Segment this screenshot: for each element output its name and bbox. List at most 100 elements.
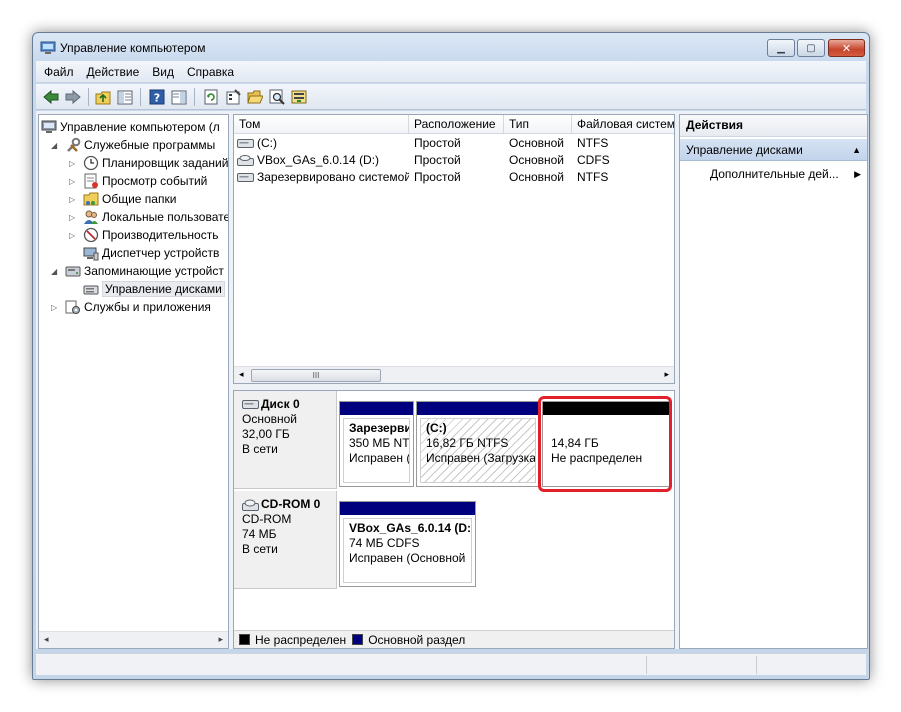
collapsed-arrow-icon[interactable]: ▷	[69, 213, 79, 222]
partition-reserved[interactable]: Зарезерви 350 МБ NTF Исправен (	[339, 401, 414, 487]
partition-body: Зарезерви 350 МБ NTF Исправен (	[343, 418, 410, 483]
table-row[interactable]: (C:) Простой Основной NTFS	[234, 135, 674, 152]
volume-layout: Простой	[414, 170, 461, 184]
tree-item-local-users[interactable]: ▷ Локальные пользовате	[69, 208, 229, 226]
up-folder-icon[interactable]	[94, 88, 112, 106]
column-header-type[interactable]: Тип	[504, 115, 572, 134]
table-row[interactable]: VBox_GAs_6.0.14 (D:) Простой Основной CD…	[234, 152, 674, 169]
collapsed-arrow-icon[interactable]: ▷	[51, 303, 61, 312]
volume-name: (C:)	[257, 136, 277, 150]
cd-drive-icon	[242, 499, 259, 511]
console-area: Управление компьютером (л ◢ Служебные пр…	[36, 111, 868, 649]
status-bar	[36, 653, 866, 675]
disk-status: В сети	[242, 542, 278, 556]
tree-item-device-manager[interactable]: Диспетчер устройств	[83, 244, 219, 262]
disk-size: 74 МБ	[242, 527, 277, 541]
collapsed-arrow-icon[interactable]: ▷	[69, 177, 79, 186]
collapsed-arrow-icon[interactable]: ▷	[69, 159, 79, 168]
tree-item-storage[interactable]: ◢ Запоминающие устройст	[51, 262, 224, 280]
partition-body: (C:) 16,82 ГБ NTFS Исправен (Загрузка,	[420, 418, 536, 483]
forward-arrow-icon[interactable]	[64, 88, 82, 106]
expanded-arrow-icon[interactable]: ◢	[51, 267, 61, 276]
status-divider	[646, 656, 647, 674]
open-folder-icon[interactable]	[246, 88, 264, 106]
volume-layout: Простой	[414, 136, 461, 150]
scroll-left-icon[interactable]: ◂	[239, 369, 244, 380]
users-icon	[83, 209, 99, 225]
tree-item-task-scheduler[interactable]: ▷ Планировщик заданий	[69, 154, 228, 172]
disk-0-label[interactable]: Диск 0 Основной 32,00 ГБ В сети	[234, 391, 337, 489]
menu-help[interactable]: Справка	[187, 65, 234, 79]
expanded-arrow-icon[interactable]: ◢	[51, 141, 61, 150]
cd-volume-icon	[237, 155, 254, 166]
legend: Не распределен Основной раздел	[234, 630, 674, 648]
window-title: Управление компьютером	[60, 41, 206, 55]
scrollbar-thumb[interactable]: III	[251, 369, 381, 382]
tree-item-label: Управление дисками	[102, 281, 225, 297]
volume-icon	[237, 139, 254, 148]
tree-horizontal-scrollbar[interactable]: ◂ ▸	[39, 631, 228, 648]
partition-title: Зарезерви	[349, 421, 410, 435]
minimize-button[interactable]: ▁	[767, 39, 795, 57]
tree-item-label: Службы и приложения	[84, 300, 211, 314]
tree-item-services-apps[interactable]: ▷ Службы и приложения	[51, 298, 211, 316]
computer-management-icon	[41, 119, 57, 135]
search-icon[interactable]	[268, 88, 286, 106]
tree-item-performance[interactable]: ▷ Производительность	[69, 226, 218, 244]
cdrom-0-label[interactable]: CD-ROM 0 CD-ROM 74 МБ В сети	[234, 491, 337, 589]
collapsed-arrow-icon[interactable]: ▷	[69, 195, 79, 204]
table-row[interactable]: Зарезервировано системой Простой Основно…	[234, 169, 674, 186]
disk-kind: Основной	[242, 412, 298, 426]
tree-item-computer-management[interactable]: Управление компьютером (л	[41, 118, 220, 136]
refresh-icon[interactable]	[202, 88, 220, 106]
legend-label-primary: Основной раздел	[368, 632, 466, 647]
svg-text:?: ?	[154, 92, 160, 105]
legend-swatch-unallocated	[239, 634, 250, 645]
performance-icon	[83, 227, 99, 243]
close-button[interactable]: ✕	[828, 39, 865, 57]
partition-c[interactable]: (C:) 16,82 ГБ NTFS Исправен (Загрузка,	[416, 401, 540, 487]
tree-item-shared-folders[interactable]: ▷ Общие папки	[69, 190, 176, 208]
column-header-layout[interactable]: Расположение	[409, 115, 504, 134]
tree-item-system-tools[interactable]: ◢ Служебные программы	[51, 136, 215, 154]
tree-item-label: Локальные пользовате	[102, 210, 229, 224]
title-bar[interactable]: Управление компьютером ▁ ▢ ✕	[33, 33, 869, 63]
menu-action[interactable]: Действие	[87, 65, 140, 79]
action-label: Дополнительные дей...	[710, 167, 839, 181]
disk-name: CD-ROM 0	[242, 497, 336, 512]
storage-icon	[65, 263, 81, 279]
volume-name: Зарезервировано системой	[257, 170, 409, 184]
menu-view[interactable]: Вид	[152, 65, 174, 79]
show-tree-icon[interactable]	[116, 88, 134, 106]
actions-pane: Действия Управление дисками ▲ Дополнител…	[679, 114, 868, 649]
tree-item-label: Просмотр событий	[102, 174, 208, 188]
menu-file[interactable]: Файл	[44, 65, 74, 79]
action-more-actions[interactable]: Дополнительные дей... ▶	[710, 165, 863, 183]
collapse-arrow-icon[interactable]: ▲	[852, 139, 861, 161]
export-icon[interactable]	[290, 88, 308, 106]
back-arrow-icon[interactable]	[42, 88, 60, 106]
computer-management-window: Управление компьютером ▁ ▢ ✕ Файл Действ…	[32, 32, 870, 680]
volume-list: Том Расположение Тип Файловая систем (C:…	[233, 114, 675, 384]
collapsed-arrow-icon[interactable]: ▷	[69, 231, 79, 240]
scroll-left-icon[interactable]: ◂	[44, 634, 49, 645]
scroll-right-icon[interactable]: ▸	[664, 369, 669, 380]
partition-cdrom[interactable]: VBox_GAs_6.0.14 (D:) 74 МБ CDFS Исправен…	[339, 501, 476, 587]
action-pane-icon[interactable]	[170, 88, 188, 106]
tree-item-disk-management[interactable]: Управление дисками	[83, 280, 225, 298]
toolbar-separator	[194, 88, 195, 106]
volume-list-header: Том Расположение Тип Файловая систем	[234, 115, 674, 134]
tree-item-event-viewer[interactable]: ▷ Просмотр событий	[69, 172, 207, 190]
tree-item-label: Служебные программы	[84, 138, 216, 152]
column-header-filesystem[interactable]: Файловая систем	[572, 115, 674, 134]
column-header-volume[interactable]: Том	[234, 115, 409, 134]
maximize-button[interactable]: ▢	[797, 39, 825, 57]
center-pane: Том Расположение Тип Файловая систем (C:…	[233, 114, 675, 649]
properties-icon[interactable]	[224, 88, 242, 106]
scroll-right-icon[interactable]: ▸	[218, 634, 223, 645]
disk-status: В сети	[242, 442, 278, 456]
volume-filesystem: NTFS	[577, 136, 609, 150]
help-icon[interactable]: ?	[148, 88, 166, 106]
volume-list-horizontal-scrollbar[interactable]: ◂ III ▸	[234, 366, 674, 383]
actions-section-disk-management[interactable]: Управление дисками ▲	[680, 139, 867, 161]
